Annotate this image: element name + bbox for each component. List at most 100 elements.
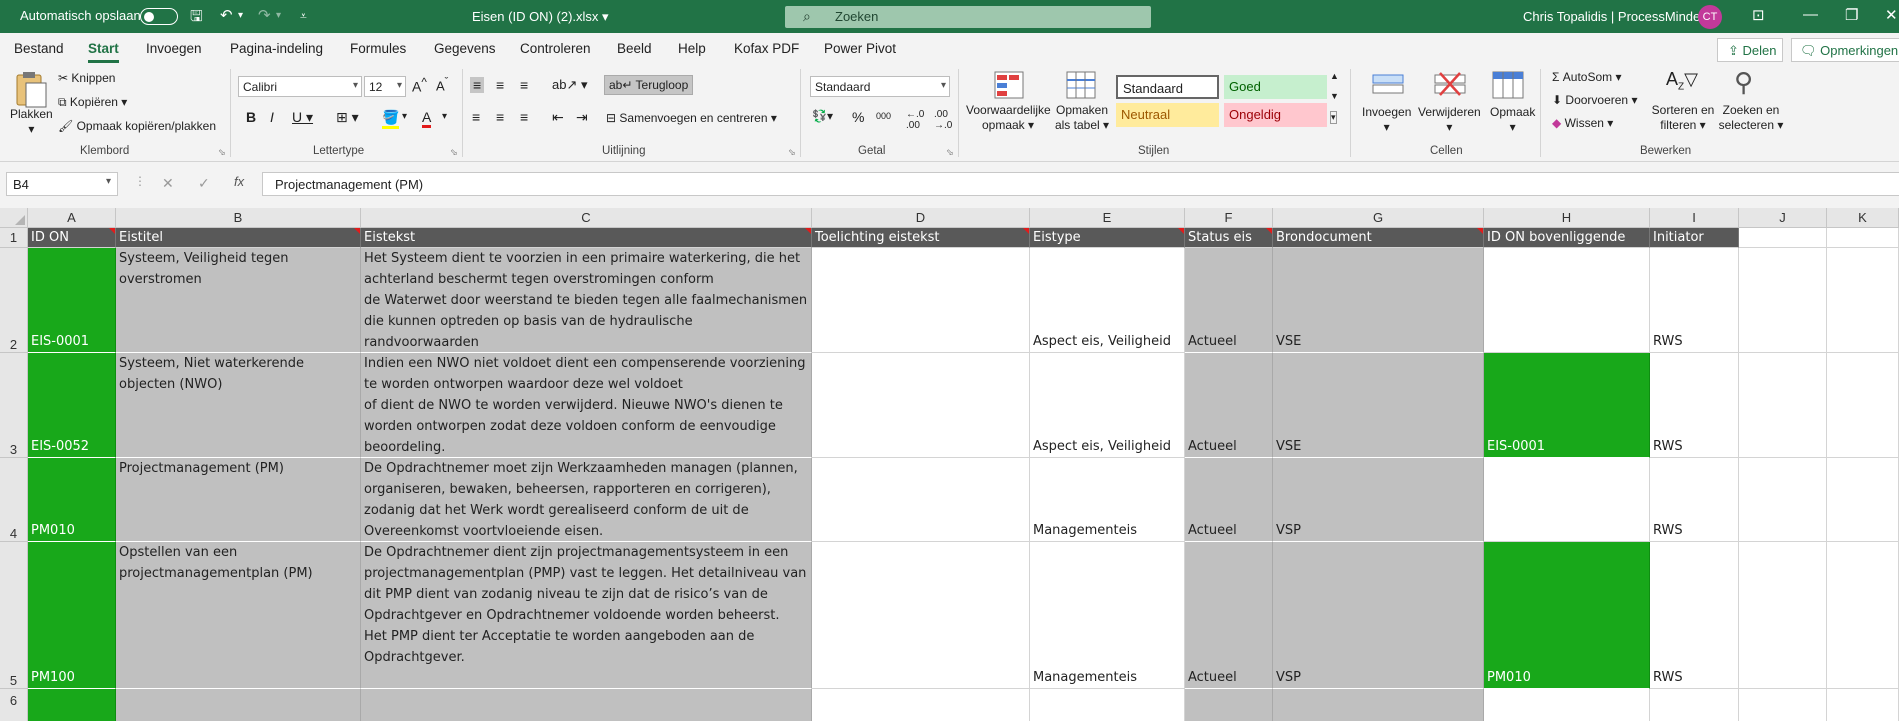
header-cell-toelichting[interactable]: Toelichting eistekst — [812, 228, 1030, 248]
cell-eistype[interactable] — [1030, 689, 1185, 721]
cell-eistitel[interactable]: Opstellen van een projectmanagementplan … — [116, 542, 361, 689]
column-header-a[interactable]: A — [28, 208, 116, 228]
customize-qat-icon[interactable]: ⩡ — [300, 9, 307, 24]
cell-eistype[interactable]: Aspect eis, Veiligheid — [1030, 248, 1185, 353]
cell-initiator[interactable] — [1650, 689, 1739, 721]
align-center-icon[interactable]: ≡ — [496, 109, 504, 125]
cell-empty-j[interactable] — [1739, 248, 1827, 353]
cell-eistype[interactable]: Managementeis — [1030, 458, 1185, 542]
cell-toelichting[interactable] — [812, 248, 1030, 353]
cell-toelichting[interactable] — [812, 689, 1030, 721]
cell-initiator[interactable]: RWS — [1650, 248, 1739, 353]
borders-button[interactable]: ⊞ ▾ — [336, 109, 359, 126]
cell-toelichting[interactable] — [812, 353, 1030, 458]
header-cell-brondocument[interactable]: Brondocument — [1273, 228, 1484, 248]
cell-status[interactable] — [1185, 689, 1273, 721]
style-goed[interactable]: Goed — [1224, 75, 1327, 99]
tab-bestand[interactable]: Bestand — [14, 41, 64, 56]
cell-brondocument[interactable]: VSE — [1273, 248, 1484, 353]
font-launcher-icon[interactable]: ⬂ — [450, 147, 458, 158]
cell-initiator[interactable]: RWS — [1650, 353, 1739, 458]
search-box[interactable]: ⌕ Zoeken — [785, 6, 1151, 28]
cell-eistitel[interactable]: Projectmanagement (PM) — [116, 458, 361, 542]
font-color-button[interactable]: A — [422, 109, 432, 128]
alignment-launcher-icon[interactable]: ⬂ — [788, 147, 796, 158]
row-header[interactable]: 5 — [0, 542, 28, 689]
column-header-g[interactable]: G — [1273, 208, 1484, 228]
underline-button[interactable]: U ▾ — [292, 109, 313, 126]
cell-status[interactable]: Actueel — [1185, 353, 1273, 458]
format-as-table-button[interactable]: Opmaken als tabel ▾ — [1052, 103, 1112, 133]
cell-empty-j[interactable] — [1739, 542, 1827, 689]
enter-icon[interactable]: ✓ — [198, 175, 210, 192]
column-header-c[interactable]: C — [361, 208, 812, 228]
column-header-i[interactable]: I — [1650, 208, 1739, 228]
cell-eistype[interactable]: Managementeis — [1030, 542, 1185, 689]
comments-button[interactable]: 🗨 Opmerkingen — [1791, 38, 1899, 62]
ribbon-display-icon[interactable]: ⊡ — [1752, 6, 1765, 24]
font-name-select[interactable]: Calibri — [238, 76, 362, 97]
cell-eistekst[interactable]: De Opdrachtnemer dient zijn projectmanag… — [361, 542, 812, 689]
cell-id-on[interactable]: EIS-0001 — [28, 248, 116, 353]
cell-id-on[interactable]: PM100 — [28, 542, 116, 689]
clipboard-launcher-icon[interactable]: ⬂ — [218, 147, 226, 158]
merge-center-button[interactable]: ⊟ Samenvoegen en centreren ▾ — [606, 111, 777, 125]
accounting-format-icon[interactable]: 💱▾ — [812, 109, 833, 123]
header-cell-eistype[interactable]: Eistype — [1030, 228, 1185, 248]
tab-beeld[interactable]: Beeld — [617, 41, 652, 56]
name-box[interactable]: B4 — [6, 172, 118, 196]
cell-id-on-bovenliggende[interactable] — [1484, 689, 1650, 721]
cell-j1[interactable] — [1739, 228, 1827, 248]
cell-empty-j[interactable] — [1739, 458, 1827, 542]
undo-icon[interactable]: ↶ — [220, 6, 233, 24]
tab-invoegen[interactable]: Invoegen — [146, 41, 202, 56]
cell-brondocument[interactable]: VSP — [1273, 458, 1484, 542]
cell-eistekst[interactable]: Indien een NWO niet voldoet dient een co… — [361, 353, 812, 458]
comma-style-icon[interactable]: 000 — [876, 111, 891, 121]
style-neutraal[interactable]: Neutraal — [1116, 103, 1219, 127]
minimize-icon[interactable]: — — [1803, 6, 1818, 23]
row-header[interactable]: 6 — [0, 689, 28, 721]
cell-id-on[interactable]: EIS-0052 — [28, 353, 116, 458]
cell-brondocument[interactable]: VSP — [1273, 542, 1484, 689]
style-standaard[interactable]: Standaard — [1116, 75, 1219, 99]
column-header-b[interactable]: B — [116, 208, 361, 228]
redo-icon[interactable]: ↷ — [258, 6, 271, 24]
cell-id-on-bovenliggende[interactable]: PM010 — [1484, 542, 1650, 689]
cell-eistekst[interactable]: Het Systeem dient te voorzien in een pri… — [361, 248, 812, 353]
cell-eistitel[interactable]: Systeem, Veiligheid tegen overstromen — [116, 248, 361, 353]
column-header-h[interactable]: H — [1484, 208, 1650, 228]
cell-brondocument[interactable] — [1273, 689, 1484, 721]
font-size-select[interactable]: 12 — [364, 76, 406, 97]
row-header[interactable]: 3 — [0, 353, 28, 458]
cell-empty-j[interactable] — [1739, 689, 1827, 721]
row-header[interactable]: 4 — [0, 458, 28, 542]
column-header-e[interactable]: E — [1030, 208, 1185, 228]
clear-button[interactable]: ◆ Wissen ▾ — [1552, 116, 1613, 130]
fill-color-button[interactable]: 🪣 — [382, 109, 400, 129]
redo-dropdown-icon[interactable]: ▾ — [276, 10, 281, 21]
copy-button[interactable]: ⧉ Kopiëren ▾ — [58, 95, 127, 110]
font-color-dropdown-icon[interactable]: ▾ — [442, 111, 447, 122]
cell-empty-k[interactable] — [1827, 689, 1899, 721]
paste-button[interactable]: Plakken ▾ — [10, 107, 53, 137]
align-left-icon[interactable]: ≡ — [472, 109, 480, 125]
formula-input[interactable]: Projectmanagement (PM) — [262, 172, 1899, 196]
tab-controleren[interactable]: Controleren — [520, 41, 591, 56]
cell-eistekst[interactable]: De Opdrachtnemer moet zijn Werkzaamheden… — [361, 458, 812, 542]
tab-kofax-pdf[interactable]: Kofax PDF — [734, 41, 799, 56]
column-header-f[interactable]: F — [1185, 208, 1273, 228]
cell-empty-k[interactable] — [1827, 458, 1899, 542]
increase-indent-icon[interactable]: ⇥ — [576, 109, 588, 126]
fill-button[interactable]: ⬇ Doorvoeren ▾ — [1552, 93, 1637, 107]
cell-k1[interactable] — [1827, 228, 1899, 248]
tab-pagina-indeling[interactable]: Pagina-indeling — [230, 41, 323, 56]
restore-icon[interactable]: ❐ — [1845, 6, 1858, 24]
wrap-text-button[interactable]: ab↵ Terugloop — [604, 75, 694, 95]
row-header-1[interactable]: 1 — [0, 228, 28, 248]
header-cell-id-on-bovenliggende[interactable]: ID ON bovenliggende — [1484, 228, 1650, 248]
tab-formules[interactable]: Formules — [350, 41, 406, 56]
paste-icon[interactable] — [12, 71, 48, 108]
cell-id-on[interactable]: PM010 — [28, 458, 116, 542]
cell-initiator[interactable]: RWS — [1650, 458, 1739, 542]
